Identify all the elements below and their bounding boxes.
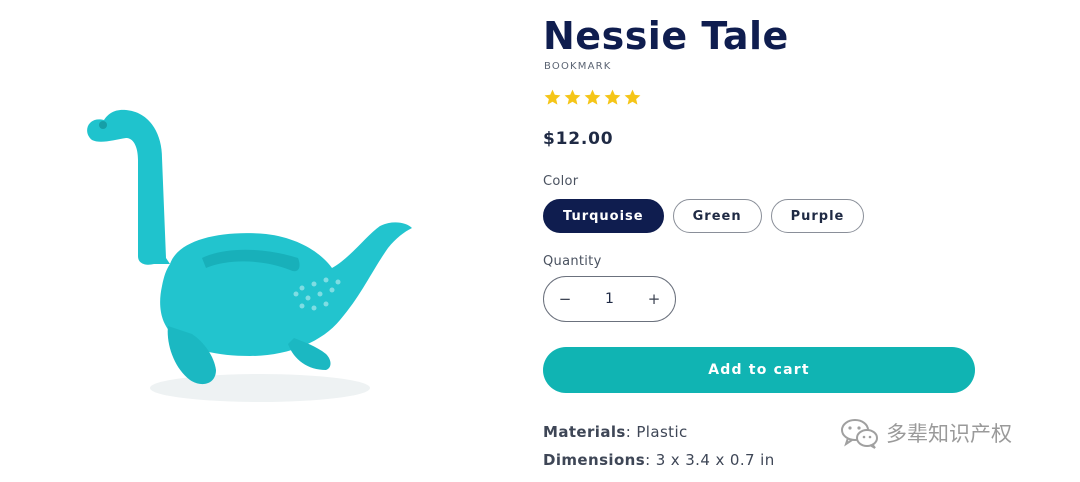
watermark: 多辈知识产权	[840, 416, 1012, 450]
dimensions-value: 3 x 3.4 x 0.7 in	[655, 451, 775, 469]
color-option-turquoise[interactable]: Turquoise	[543, 199, 664, 233]
star-icon	[624, 89, 641, 105]
product-title: Nessie Tale	[543, 14, 789, 58]
quantity-input[interactable]: 1	[590, 291, 630, 307]
dimensions-spec: Dimensions: 3 x 3.4 x 0.7 in	[543, 450, 775, 470]
product-info-panel: Nessie Tale BOOKMARK $12.00 Color Turquo…	[543, 0, 1043, 482]
star-icon	[584, 89, 601, 105]
star-icon	[564, 89, 581, 105]
color-option-purple[interactable]: Purple	[770, 199, 865, 233]
product-price: $12.00	[543, 129, 614, 149]
dimensions-key: Dimensions	[543, 451, 646, 469]
nessie-image	[87, 109, 412, 402]
materials-value: Plastic	[636, 423, 688, 441]
star-icon	[604, 89, 621, 105]
wechat-icon	[841, 419, 878, 449]
star-icon	[544, 89, 561, 105]
color-options: Turquoise Green Purple	[543, 199, 865, 233]
decrement-button[interactable]: −	[544, 277, 586, 321]
product-category: BOOKMARK	[544, 61, 612, 72]
rating-stars	[543, 88, 642, 110]
materials-key: Materials	[543, 423, 626, 441]
color-option-green[interactable]: Green	[672, 199, 762, 233]
dimensions-colon: :	[645, 451, 656, 469]
watermark-text: 多辈知识产权	[886, 422, 1012, 446]
quantity-stepper: − 1 +	[543, 276, 676, 322]
product-image	[0, 0, 520, 482]
quantity-label: Quantity	[543, 254, 602, 269]
add-to-cart-button[interactable]: Add to cart	[543, 347, 975, 393]
materials-colon: :	[625, 423, 637, 441]
increment-button[interactable]: +	[633, 277, 675, 321]
color-label: Color	[543, 174, 579, 189]
materials-spec: Materials: Plastic	[543, 422, 688, 442]
